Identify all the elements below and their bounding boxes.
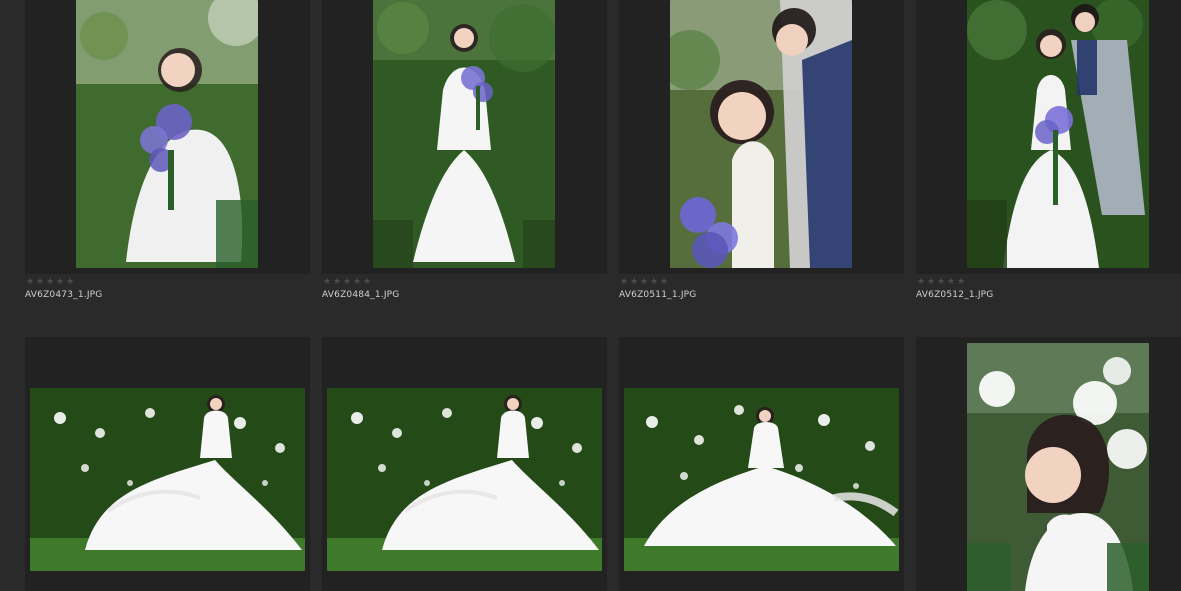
star-icon[interactable]: ★ (363, 277, 372, 287)
star-icon[interactable]: ★ (650, 277, 659, 287)
thumbnail-frame[interactable] (25, 337, 310, 591)
rating-stars[interactable]: ★ ★ ★ ★ ★ (917, 276, 966, 288)
star-icon[interactable]: ★ (620, 277, 629, 287)
star-icon[interactable]: ★ (917, 277, 926, 287)
thumbnail-filename: AV6Z0473_1.JPG (25, 290, 103, 300)
star-icon[interactable]: ★ (36, 277, 45, 287)
photo-bride-gown-spread (30, 388, 305, 571)
star-icon[interactable]: ★ (26, 277, 35, 287)
star-icon[interactable]: ★ (56, 277, 65, 287)
thumbnail-image[interactable] (76, 0, 258, 268)
photo-couple-closeup (670, 0, 852, 268)
star-icon[interactable]: ★ (46, 277, 55, 287)
thumbnail-image[interactable] (624, 388, 899, 571)
star-icon[interactable]: ★ (353, 277, 362, 287)
thumbnail-image[interactable] (670, 0, 852, 268)
star-icon[interactable]: ★ (323, 277, 332, 287)
thumbnail-image[interactable] (967, 0, 1149, 268)
thumbnail-image[interactable] (327, 388, 602, 571)
thumbnail-frame[interactable] (619, 0, 904, 274)
thumbnail-filename: AV6Z0511_1.JPG (619, 290, 697, 300)
photo-bride-portrait-blossoms (967, 343, 1149, 591)
star-icon[interactable]: ★ (957, 277, 966, 287)
thumbnail-frame[interactable] (322, 337, 607, 591)
star-icon[interactable]: ★ (660, 277, 669, 287)
thumbnail-image[interactable] (30, 388, 305, 571)
photo-bride-with-flowers (76, 0, 258, 268)
star-icon[interactable]: ★ (333, 277, 342, 287)
photo-bride-gown-spread (327, 388, 602, 571)
thumbnail-image[interactable] (373, 0, 555, 268)
thumbnail-frame[interactable] (916, 337, 1181, 591)
thumbnail-frame[interactable] (322, 0, 607, 274)
rating-stars[interactable]: ★ ★ ★ ★ ★ (26, 276, 75, 288)
photo-couple-seated (967, 0, 1149, 268)
star-icon[interactable]: ★ (937, 277, 946, 287)
photo-bride-full-length (373, 0, 555, 268)
star-icon[interactable]: ★ (630, 277, 639, 287)
thumbnail-filename: AV6Z0484_1.JPG (322, 290, 400, 300)
thumbnail-image[interactable] (967, 343, 1149, 591)
thumbnail-grid: ★ ★ ★ ★ ★ AV6Z0473_1.JPG ★ ★ ★ ★ ★ AV6Z0… (0, 0, 1181, 591)
star-icon[interactable]: ★ (927, 277, 936, 287)
star-icon[interactable]: ★ (66, 277, 75, 287)
thumbnail-frame[interactable] (916, 0, 1181, 274)
photo-bride-gown-motion (624, 388, 899, 571)
thumbnail-filename: AV6Z0512_1.JPG (916, 290, 994, 300)
star-icon[interactable]: ★ (947, 277, 956, 287)
star-icon[interactable]: ★ (343, 277, 352, 287)
thumbnail-frame[interactable] (25, 0, 310, 274)
rating-stars[interactable]: ★ ★ ★ ★ ★ (620, 276, 669, 288)
thumbnail-frame[interactable] (619, 337, 904, 591)
star-icon[interactable]: ★ (640, 277, 649, 287)
rating-stars[interactable]: ★ ★ ★ ★ ★ (323, 276, 372, 288)
